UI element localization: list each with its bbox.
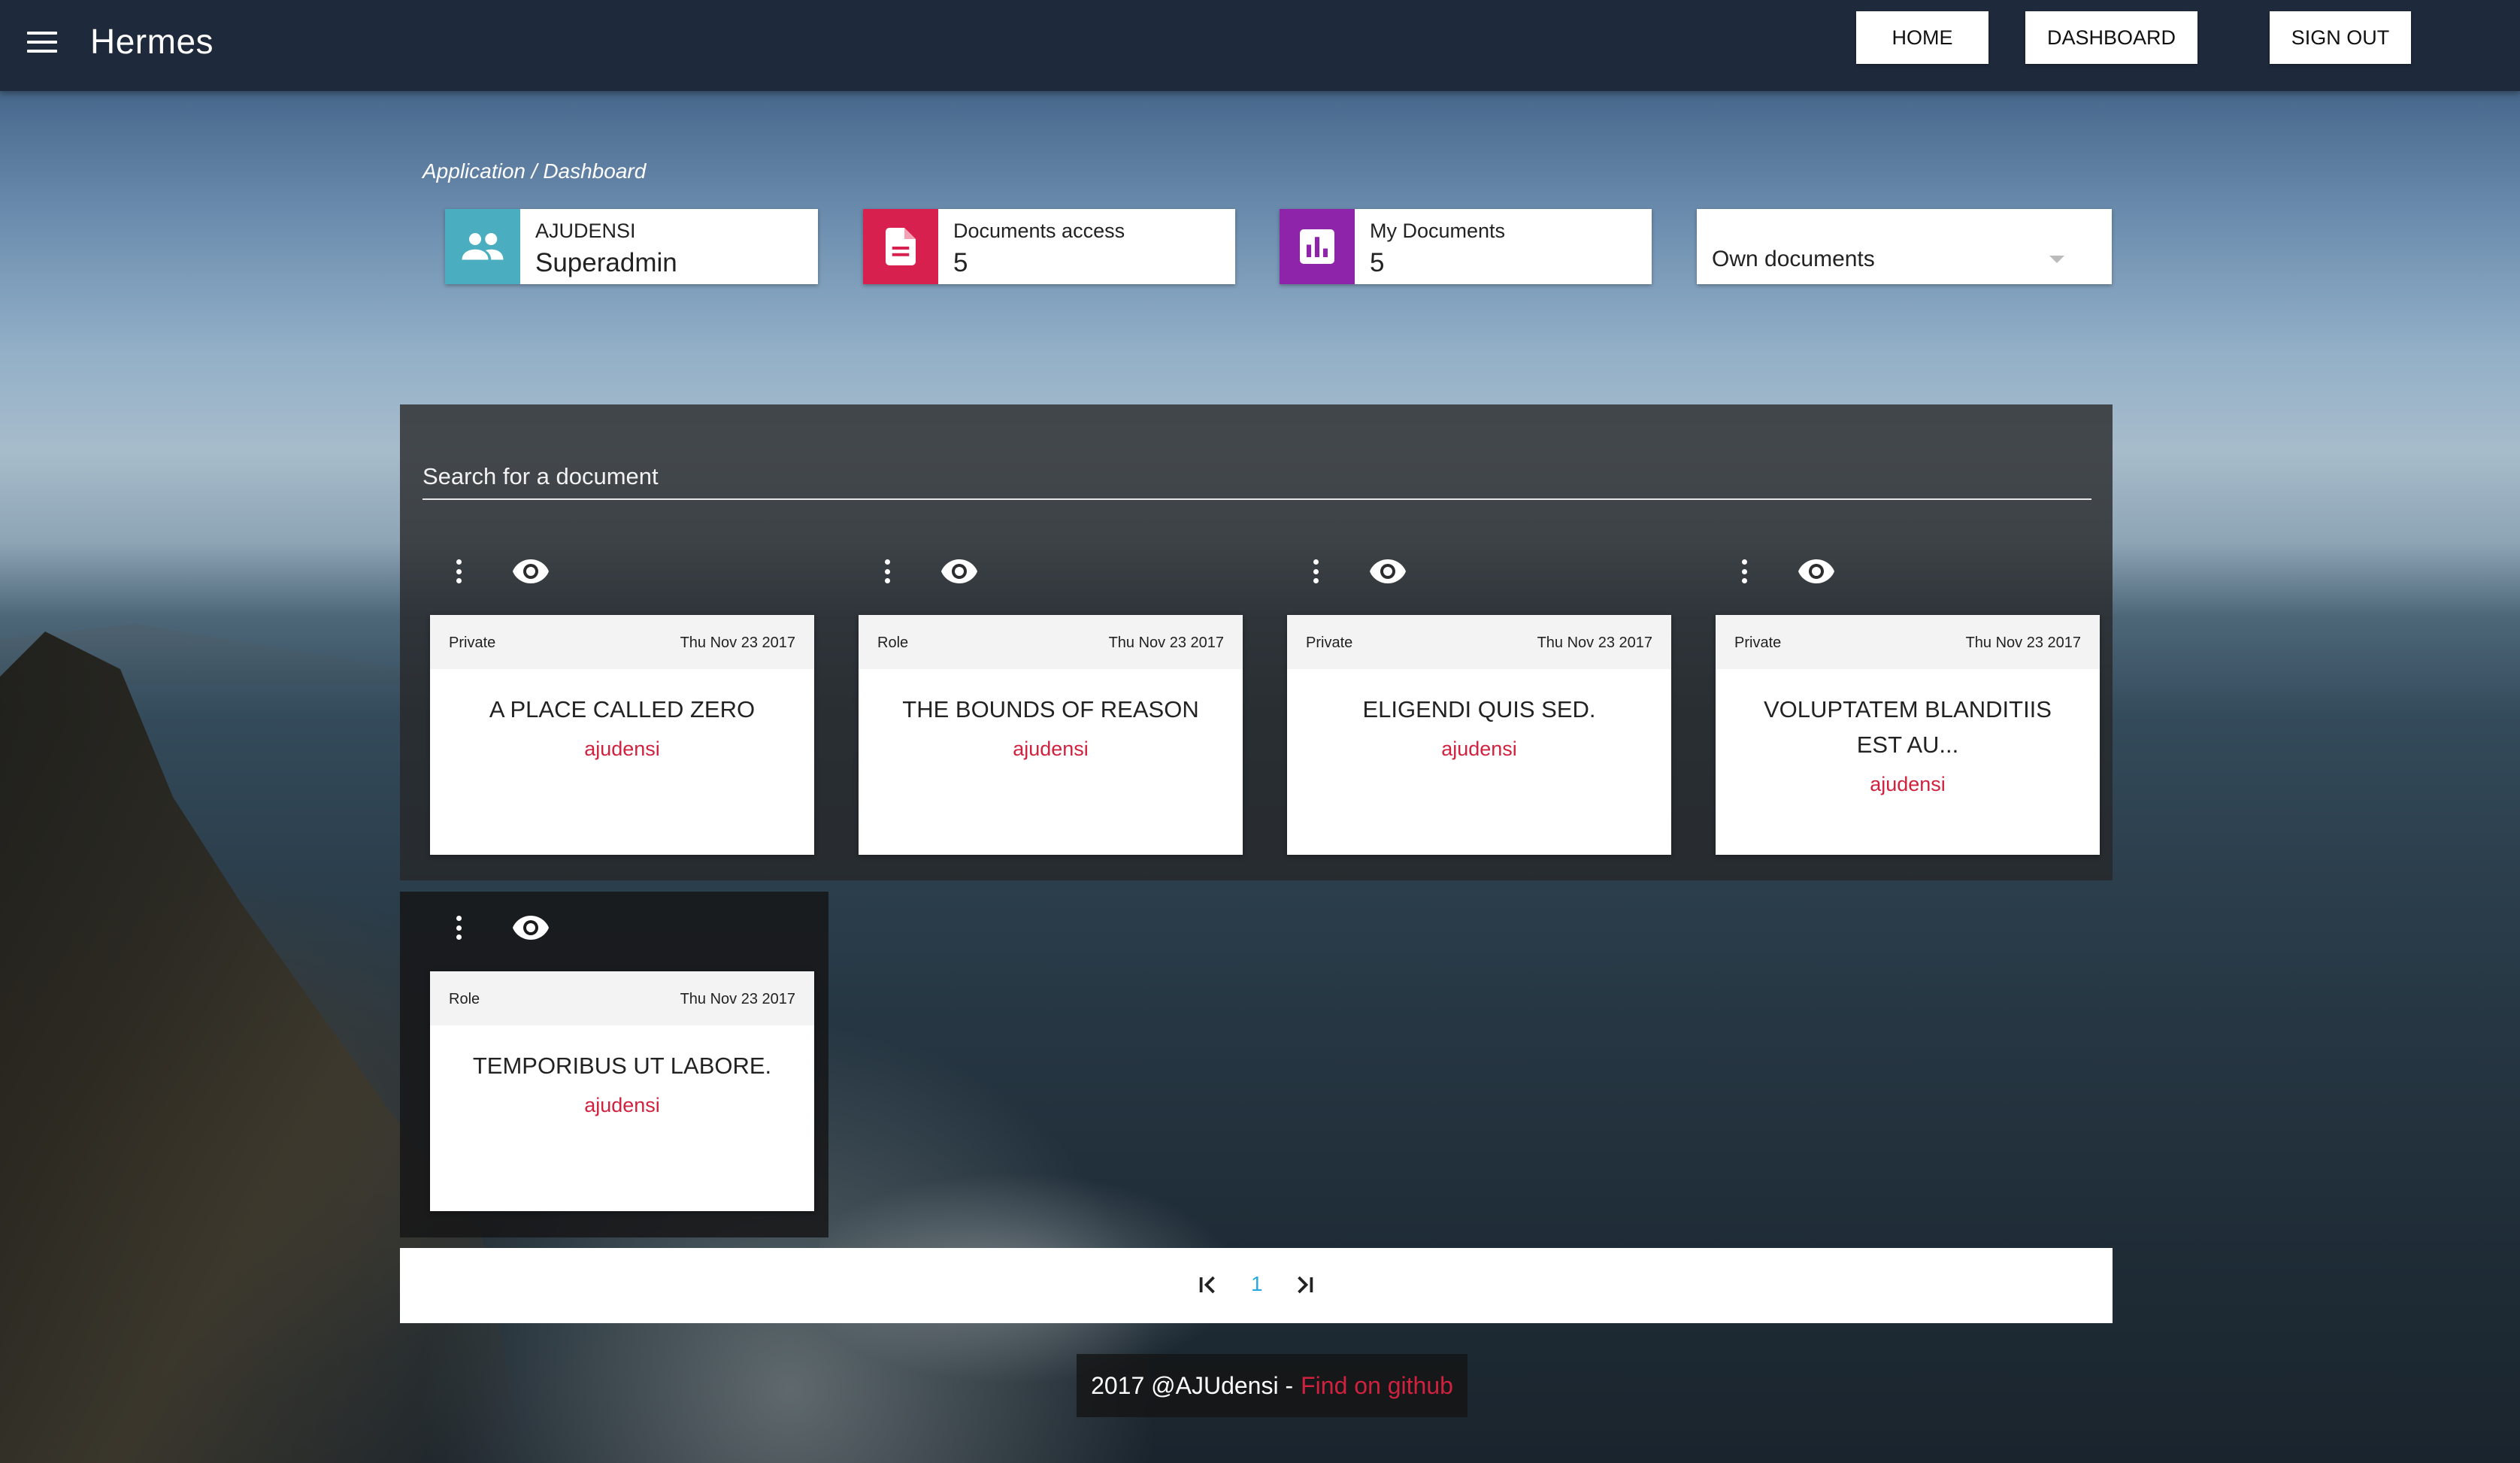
people-icon bbox=[445, 209, 520, 284]
stat-documents-access-label: Documents access bbox=[953, 220, 1125, 242]
footer: 2017 @AJUdensi - Find on github bbox=[1077, 1354, 1467, 1417]
document-filter-selected: Own documents bbox=[1712, 247, 1875, 271]
document-author[interactable]: ajudensi bbox=[859, 738, 1243, 761]
document-title: A PLACE CALLED ZERO bbox=[489, 696, 756, 722]
chevron-down-icon[interactable] bbox=[2049, 256, 2064, 263]
sign-out-button[interactable]: SIGN OUT bbox=[2270, 11, 2411, 64]
view-eye-icon[interactable] bbox=[940, 556, 979, 586]
bar-chart-icon bbox=[1280, 209, 1355, 284]
document-date: Thu Nov 23 2017 bbox=[680, 991, 795, 1007]
first-page-icon[interactable] bbox=[1197, 1274, 1219, 1296]
document-access: Private bbox=[449, 635, 496, 651]
view-eye-icon[interactable] bbox=[1797, 556, 1836, 586]
github-link[interactable]: Find on github bbox=[1301, 1372, 1453, 1400]
home-button[interactable]: HOME bbox=[1856, 11, 1988, 64]
document-card[interactable]: Role Thu Nov 23 2017 TEMPORIBUS UT LABOR… bbox=[430, 971, 814, 1211]
document-card[interactable]: Private Thu Nov 23 2017 A PLACE CALLED Z… bbox=[430, 615, 814, 855]
app-title: Hermes bbox=[90, 22, 214, 61]
document-date: Thu Nov 23 2017 bbox=[1965, 635, 2081, 651]
stat-card-user: AJUDENSI Superadmin bbox=[445, 209, 818, 284]
view-eye-icon[interactable] bbox=[511, 556, 550, 586]
more-vert-icon[interactable] bbox=[1729, 556, 1759, 586]
document-title: ELIGENDI QUIS SED. bbox=[1362, 696, 1596, 722]
document-access: Role bbox=[877, 635, 909, 651]
more-vert-icon[interactable] bbox=[444, 913, 474, 943]
view-eye-icon[interactable] bbox=[511, 913, 550, 943]
document-card[interactable]: Private Thu Nov 23 2017 VOLUPTATEM BLAND… bbox=[1716, 615, 2100, 855]
document-card-meta: Private Thu Nov 23 2017 bbox=[1716, 615, 2100, 669]
stat-my-documents-label: My Documents bbox=[1370, 220, 1506, 242]
document-author[interactable]: ajudensi bbox=[430, 1094, 814, 1117]
document-access: Role bbox=[449, 991, 480, 1007]
document-card-meta: Private Thu Nov 23 2017 bbox=[430, 615, 814, 669]
stat-documents-access-value: 5 bbox=[953, 248, 968, 277]
last-page-icon[interactable] bbox=[1293, 1274, 1316, 1296]
document-date: Thu Nov 23 2017 bbox=[1108, 635, 1224, 651]
view-eye-icon[interactable] bbox=[1368, 556, 1407, 586]
document-author[interactable]: ajudensi bbox=[430, 738, 814, 761]
document-title: VOLUPTATEM BLANDITIIS EST AU... bbox=[1764, 696, 2052, 758]
stat-my-documents-value: 5 bbox=[1370, 248, 1385, 277]
document-access: Private bbox=[1734, 635, 1782, 651]
document-filter-select[interactable]: Own documents bbox=[1697, 209, 2112, 284]
document-title: TEMPORIBUS UT LABORE. bbox=[472, 1053, 772, 1079]
footer-text: 2017 @AJUdensi - bbox=[1091, 1371, 1294, 1399]
more-vert-icon[interactable] bbox=[1301, 556, 1331, 586]
document-author[interactable]: ajudensi bbox=[1716, 773, 2100, 796]
document-date: Thu Nov 23 2017 bbox=[680, 635, 795, 651]
search-input[interactable] bbox=[423, 455, 2091, 500]
document-card-meta: Role Thu Nov 23 2017 bbox=[430, 971, 814, 1025]
page-number[interactable]: 1 bbox=[1251, 1272, 1263, 1296]
top-app-bar: Hermes HOME DASHBOARD SIGN OUT bbox=[0, 0, 2520, 91]
menu-icon[interactable] bbox=[27, 32, 57, 56]
stat-user-value: Superadmin bbox=[535, 248, 677, 277]
document-card-meta: Role Thu Nov 23 2017 bbox=[859, 615, 1243, 669]
dashboard-button[interactable]: DASHBOARD bbox=[2025, 11, 2197, 64]
more-vert-icon[interactable] bbox=[872, 556, 902, 586]
more-vert-icon[interactable] bbox=[444, 556, 474, 586]
stat-user-label: AJUDENSI bbox=[535, 220, 636, 242]
stat-card-documents-access: Documents access 5 bbox=[863, 209, 1235, 284]
document-title: THE BOUNDS OF REASON bbox=[902, 696, 1199, 722]
document-access: Private bbox=[1306, 635, 1353, 651]
breadcrumb: Application / Dashboard bbox=[423, 159, 647, 183]
document-card[interactable]: Private Thu Nov 23 2017 ELIGENDI QUIS SE… bbox=[1287, 615, 1671, 855]
document-icon bbox=[863, 209, 938, 284]
stat-card-my-documents: My Documents 5 bbox=[1280, 209, 1652, 284]
document-date: Thu Nov 23 2017 bbox=[1537, 635, 1652, 651]
document-card[interactable]: Role Thu Nov 23 2017 THE BOUNDS OF REASO… bbox=[859, 615, 1243, 855]
document-card-meta: Private Thu Nov 23 2017 bbox=[1287, 615, 1671, 669]
document-author[interactable]: ajudensi bbox=[1287, 738, 1671, 761]
